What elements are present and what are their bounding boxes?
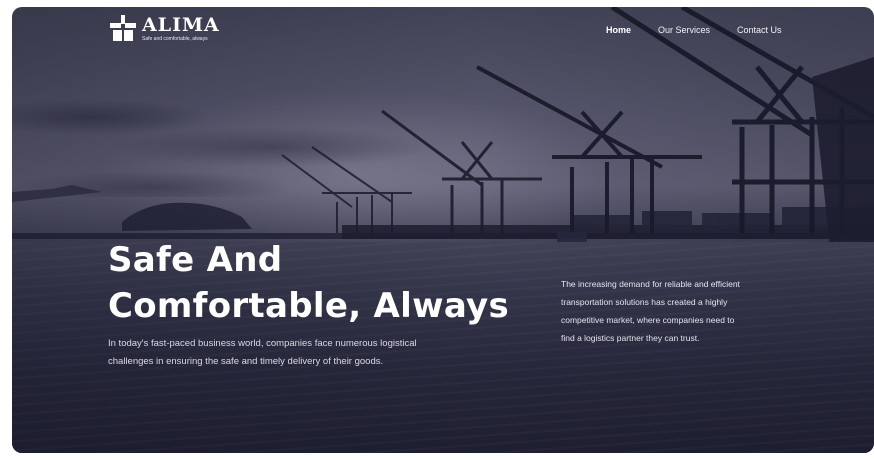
brand-tagline: Safe and comfortable, always: [142, 36, 208, 42]
nav-contact-us-link[interactable]: Contact Us: [737, 25, 782, 35]
dark-overlay: [12, 7, 874, 453]
brand-name: ALIMA: [142, 14, 220, 36]
hero-title-line-1: Safe And: [108, 240, 283, 280]
nav-our-services-link[interactable]: Our Services: [658, 25, 710, 35]
brand-text: ALIMA Safe and comfortable, always: [142, 15, 220, 42]
hero-title-line-2: Comfortable, Always: [108, 286, 510, 326]
main-nav: Home Our Services Contact Us: [606, 25, 809, 35]
hero-section: ALIMA Safe and comfortable, always Home …: [12, 7, 874, 453]
hero-side-text: The increasing demand for reliable and e…: [561, 279, 740, 343]
nav-home-link[interactable]: Home: [606, 25, 631, 35]
alima-logo-icon: [110, 15, 136, 41]
hero-description: In today's fast-paced business world, co…: [108, 338, 417, 367]
brand-logo[interactable]: ALIMA Safe and comfortable, always: [110, 15, 220, 43]
hero-title: Safe And Comfortable, Always: [108, 237, 548, 329]
